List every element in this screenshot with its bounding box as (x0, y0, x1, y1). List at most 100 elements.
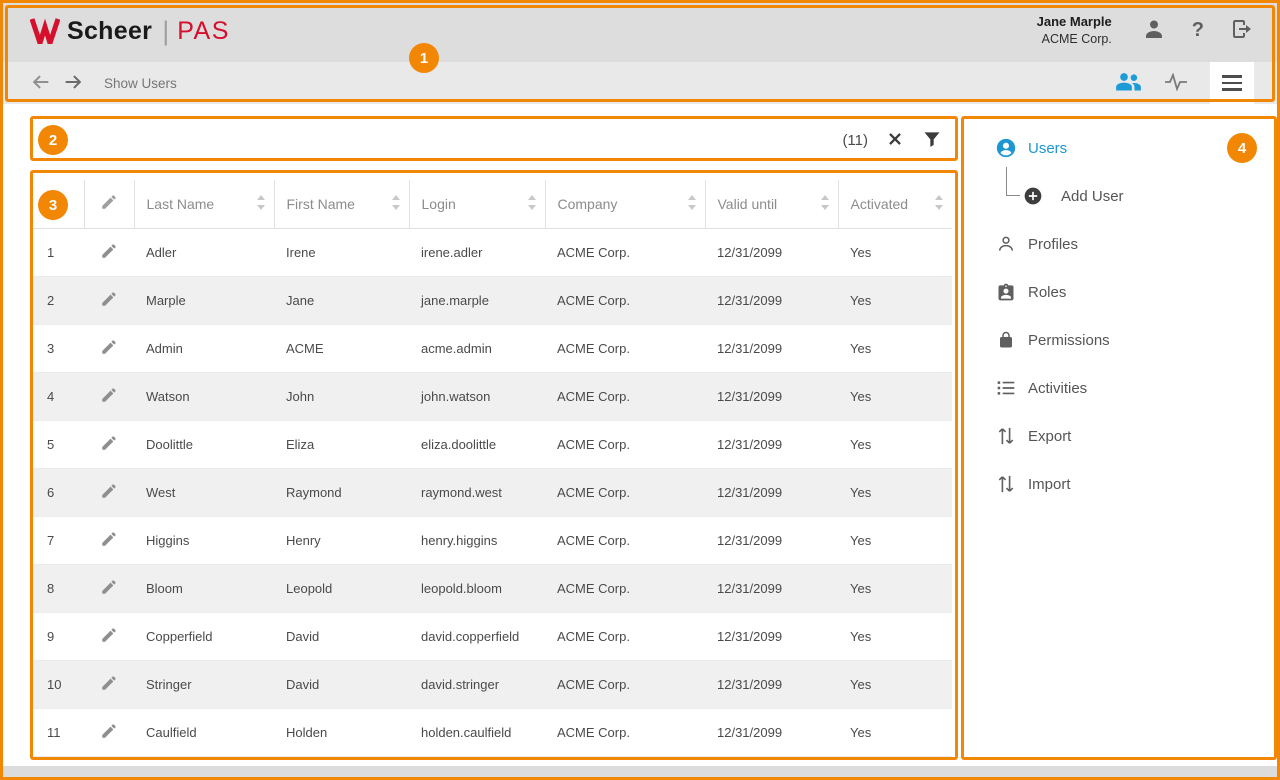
clear-x-icon (886, 130, 904, 151)
result-count: (11) (842, 132, 868, 149)
table-row: 9 Copperfield David david.copperfield AC… (32, 612, 952, 660)
sort-icon (820, 195, 830, 213)
edit-user-button[interactable] (96, 670, 122, 699)
table-row: 3 Admin ACME acme.admin ACME Corp. 12/31… (32, 324, 952, 372)
edit-user-button[interactable] (96, 334, 122, 363)
tree-connector (1006, 167, 1020, 196)
edit-user-button[interactable] (96, 382, 122, 411)
pencil-icon (100, 728, 118, 743)
last-name-cell: Doolittle (134, 420, 274, 468)
forward-button[interactable] (62, 71, 84, 96)
sidebar-item-permissions[interactable]: Permissions (962, 316, 1280, 364)
sidebar-item-activities[interactable]: Activities (962, 364, 1280, 412)
first-name-cell: ACME (274, 324, 409, 372)
activity-pulse-icon (1164, 73, 1188, 94)
table-row: 2 Marple Jane jane.marple ACME Corp. 12/… (32, 276, 952, 324)
pencil-icon (100, 488, 118, 503)
product-name: PAS (177, 17, 230, 46)
login-cell: irene.adler (409, 228, 545, 276)
activated-cell: Yes (838, 612, 952, 660)
sidebar-item-users[interactable]: Users (962, 124, 1280, 172)
login-cell: acme.admin (409, 324, 545, 372)
sidebar-item-export[interactable]: Export (962, 412, 1280, 460)
filter-options-button[interactable] (922, 129, 942, 152)
edit-user-button[interactable] (96, 238, 122, 267)
login-cell: david.copperfield (409, 612, 545, 660)
valid-until-cell: 12/31/2099 (705, 228, 838, 276)
row-number: 7 (32, 516, 84, 564)
sort-icon (934, 195, 944, 213)
activated-cell: Yes (838, 660, 952, 708)
clear-filter-button[interactable] (886, 130, 904, 151)
column-header-activated[interactable]: Activated (838, 180, 952, 228)
pencil-icon (100, 440, 118, 455)
last-name-cell: Watson (134, 372, 274, 420)
navigation-bar: Show Users (0, 62, 1280, 104)
sidebar-item-label: Permissions (1028, 332, 1110, 349)
funnel-icon (922, 129, 942, 152)
edit-user-button[interactable] (96, 574, 122, 603)
table-row: 11 Caulfield Holden holden.caulfield ACM… (32, 708, 952, 756)
row-number-header (32, 180, 84, 228)
company-cell: ACME Corp. (545, 516, 705, 564)
first-name-cell: David (274, 612, 409, 660)
table-row: 10 Stringer David david.stringer ACME Co… (32, 660, 952, 708)
help-icon: ? (1192, 19, 1204, 42)
edit-user-button[interactable] (96, 718, 122, 747)
pencil-icon (100, 632, 118, 647)
sidebar-item-profiles[interactable]: Profiles (962, 220, 1280, 268)
hamburger-menu-button[interactable] (1210, 62, 1254, 104)
list-icon (995, 379, 1017, 397)
row-number: 1 (32, 228, 84, 276)
logout-button[interactable] (1230, 17, 1254, 44)
last-name-cell: Copperfield (134, 612, 274, 660)
current-user-info: Jane Marple ACME Corp. (1037, 14, 1112, 47)
back-button[interactable] (30, 71, 52, 96)
edit-user-button[interactable] (96, 622, 122, 651)
help-button[interactable]: ? (1192, 19, 1204, 42)
hamburger-icon (1222, 75, 1242, 78)
edit-user-button[interactable] (96, 478, 122, 507)
badge-icon (995, 282, 1017, 302)
valid-until-cell: 12/31/2099 (705, 468, 838, 516)
first-name-cell: Holden (274, 708, 409, 756)
sidebar-item-roles[interactable]: Roles (962, 268, 1280, 316)
column-header-first-name[interactable]: First Name (274, 180, 409, 228)
valid-until-cell: 12/31/2099 (705, 708, 838, 756)
activity-log-button[interactable] (1164, 73, 1188, 94)
edit-cell (84, 564, 134, 612)
sidebar-item-label: Profiles (1028, 236, 1078, 253)
column-header-company[interactable]: Company (545, 180, 705, 228)
users-icon (995, 137, 1017, 159)
edit-user-button[interactable] (96, 286, 122, 315)
valid-until-cell: 12/31/2099 (705, 420, 838, 468)
valid-until-cell: 12/31/2099 (705, 276, 838, 324)
login-cell: john.watson (409, 372, 545, 420)
user-profile-button[interactable] (1142, 17, 1166, 44)
brand-name: Scheer (67, 17, 152, 46)
user-management-button[interactable] (1115, 71, 1142, 95)
sidebar-item-add-user[interactable]: Add User (962, 172, 1280, 220)
edit-user-button[interactable] (96, 430, 122, 459)
sidebar-item-import[interactable]: Import (962, 460, 1280, 508)
scheer-pas-logo: Scheer | PAS (30, 16, 230, 47)
activated-cell: Yes (838, 564, 952, 612)
last-name-cell: Bloom (134, 564, 274, 612)
pencil-icon (100, 344, 118, 359)
edit-user-button[interactable] (96, 526, 122, 555)
last-name-cell: Stringer (134, 660, 274, 708)
column-header-valid-until[interactable]: Valid until (705, 180, 838, 228)
table-row: 4 Watson John john.watson ACME Corp. 12/… (32, 372, 952, 420)
sort-icon (527, 195, 537, 213)
users-table-header: Last Name First Name Login Company Valid (32, 180, 952, 228)
column-header-last-name[interactable]: Last Name (134, 180, 274, 228)
edit-column-header (84, 180, 134, 228)
users-table-body: 1 Adler Irene irene.adler ACME Corp. 12/… (32, 228, 952, 756)
edit-cell (84, 468, 134, 516)
filter-input[interactable] (45, 125, 824, 159)
login-cell: eliza.doolittle (409, 420, 545, 468)
column-header-login[interactable]: Login (409, 180, 545, 228)
first-name-cell: Jane (274, 276, 409, 324)
table-row: 1 Adler Irene irene.adler ACME Corp. 12/… (32, 228, 952, 276)
company-cell: ACME Corp. (545, 564, 705, 612)
